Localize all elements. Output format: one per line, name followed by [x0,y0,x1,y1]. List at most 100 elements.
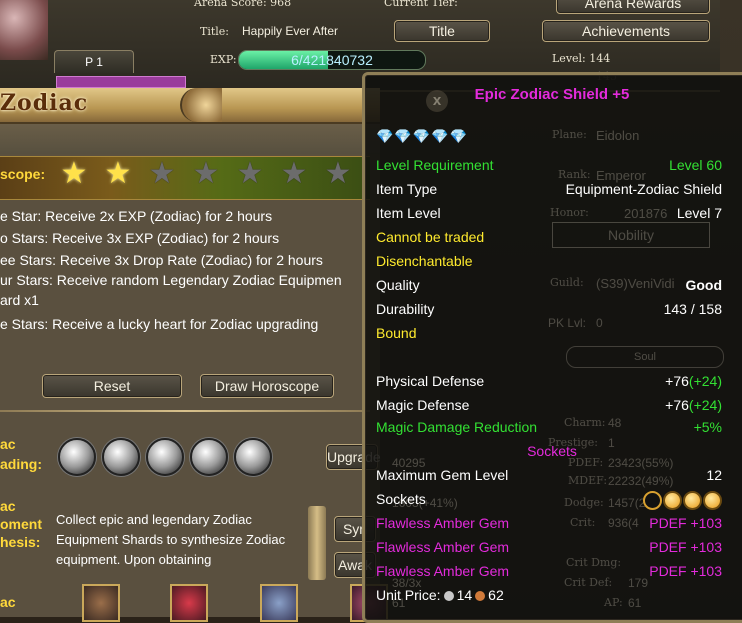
magic-defense-base: +76 [665,397,689,413]
star-filled-icon: ★ [104,157,132,190]
magic-damage-reduction-row: Magic Damage Reduction +5% [376,416,722,438]
section-divider [0,410,370,412]
tab-highlight-bar [56,76,186,88]
physical-defense-label: Physical Defense [376,373,485,389]
star-empty-icon: ★ [192,157,220,190]
bound-row: Bound [376,322,722,344]
durability-value: 143 / 158 [663,301,722,317]
gem-row: Flawless Amber Gem PDEF +103 [376,560,722,582]
gem-name: Flawless Amber Gem [376,539,510,555]
heart-icon [146,438,184,476]
scroll-ornament [180,88,222,122]
gem-stat: PDEF +103 [649,539,722,555]
bound-text: Bound [376,325,417,341]
plane-label: Plane: [552,128,587,141]
horoscope-description: o Stars: Receive 3x EXP (Zodiac) for 2 h… [0,230,280,246]
horoscope-description: e Star: Receive 2x EXP (Zodiac) for 2 ho… [0,208,273,224]
copper-coin-icon [475,591,486,602]
upgrading-label-2: ading: [0,456,42,472]
price-copper: 62 [488,587,504,603]
zodiac-weapon-slot[interactable] [170,584,208,622]
durability-label: Durability [376,301,435,317]
cannot-trade-row: Cannot be traded [376,226,722,248]
physical-defense-bonus: (+24) [688,373,722,389]
unit-price: Unit Price: 14 62 [376,584,504,606]
horoscope-label: scope: [0,166,46,182]
sockets-label: Sockets [376,491,426,507]
level-requirement-value: Level 60 [669,157,722,173]
physical-defense-row: Physical Defense +76(+24) [376,370,722,392]
zodiac-armor-slot[interactable] [82,584,120,622]
star-filled-icon: ★ [60,157,88,190]
synthesis-label-3: hesis: [0,534,41,550]
arena-score: Arena Score: 968 [194,0,292,9]
arena-rewards-button[interactable]: Arena Rewards [556,0,710,14]
level-label: Level: 144 [552,52,611,65]
empty-socket-icon [643,490,662,510]
magic-defense-label: Magic Defense [376,397,470,413]
title-value: Happily Ever After [242,24,339,38]
heart-icon [58,438,96,476]
horoscope-description: ee Stars: Receive 3x Drop Rate (Zodiac) … [0,252,323,268]
current-tier: Current Tier: [384,0,458,9]
gem-row: Flawless Amber Gem PDEF +103 [376,512,722,534]
quality-value: Good [685,277,722,293]
gem-name: Flawless Amber Gem [376,563,510,579]
scrollbar[interactable] [308,506,326,580]
title-button[interactable]: Title [394,20,490,42]
item-level-label: Item Level [376,205,441,221]
plane-value: Eidolon [596,128,640,143]
synthesis-label: ac [0,498,16,514]
sockets-header-text: Sockets [527,443,577,459]
upgrading-label: ac [0,436,16,452]
item-type-row: Item Type Equipment-Zodiac Shield [376,178,722,200]
synthesis-label-2: oment [0,516,42,532]
sockets-header: Sockets [362,440,742,462]
character-portrait [0,0,48,60]
reset-button[interactable]: Reset [42,374,182,398]
item-type-value: Equipment-Zodiac Shield [565,181,722,197]
level-requirement-label: Level Requirement [376,157,494,173]
socket-icons [642,488,722,510]
synthesis-description: Collect epic and legendary Zodiac Equipm… [56,512,286,567]
title-label: Title: [200,25,230,38]
item-name: Epic Zodiac Shield +5 [474,86,630,103]
physical-defense-base: +76 [665,373,689,389]
mdr-label: Magic Damage Reduction [376,419,538,435]
achievements-button[interactable]: Achievements [542,20,710,42]
horoscope-description: ard x1 [0,292,39,308]
soul-bar: Soul [566,346,724,368]
horoscope-description: ur Stars: Receive random Legendary Zodia… [0,272,342,288]
zodiac-subheader [0,124,380,154]
heart-icon [234,438,272,476]
item-level-value: Level 7 [676,205,722,221]
zodiac-title: Zodiac [0,90,89,116]
max-gem-level-value: 12 [706,467,722,483]
quality-label: Quality [376,277,420,293]
tab-p1[interactable]: P 1 [54,50,134,73]
price-silver: 14 [456,587,473,603]
disenchantable-row: Disenchantable [376,250,722,272]
star-empty-icon: ★ [148,157,176,190]
draw-horoscope-button[interactable]: Draw Horoscope [200,374,334,398]
magic-defense-row: Magic Defense +76(+24) [376,394,722,416]
gem-name: Flawless Amber Gem [376,515,510,531]
star-gems-icon: 💎💎💎💎💎 [376,128,469,144]
physical-defense-value: +76(+24) [665,370,722,392]
magic-defense-value: +76(+24) [665,394,722,416]
gem-stat: PDEF +103 [649,563,722,579]
zodiac-ring-slot[interactable] [260,584,298,622]
max-gem-level-row: Maximum Gem Level 12 [376,464,722,486]
exp-value: 6/421840732 [291,52,373,68]
amber-gem-icon [663,490,682,510]
sockets-row: Sockets [376,488,722,510]
amber-gem-icon [683,490,702,510]
gem-row: Flawless Amber Gem PDEF +103 [376,536,722,558]
exp-bar: 6/421840732 [238,50,426,70]
exp-label: EXP: [210,53,237,66]
unit-price-label: Unit Price: [376,587,441,603]
gem-stat: PDEF +103 [649,515,722,531]
mdr-value: +5% [693,419,722,435]
magic-defense-bonus: (+24) [688,397,722,413]
horoscope-description: e Stars: Receive a lucky heart for Zodia… [0,316,319,332]
